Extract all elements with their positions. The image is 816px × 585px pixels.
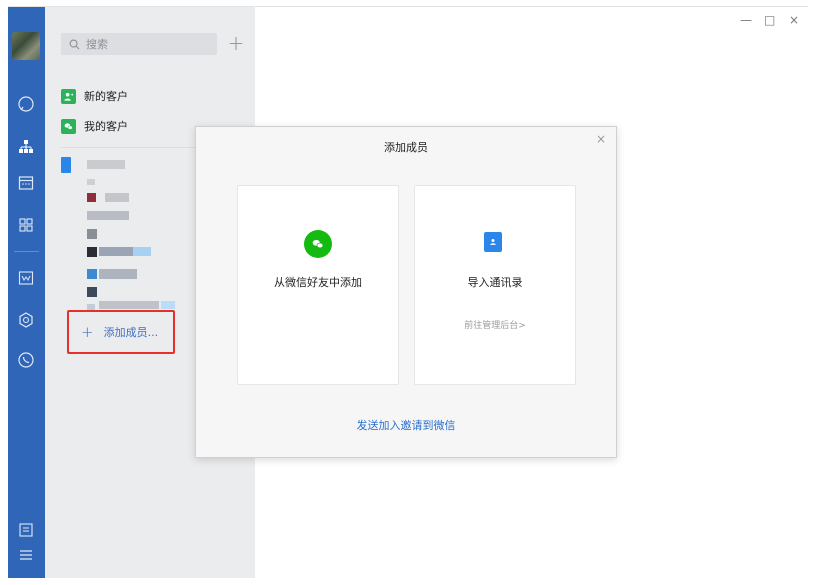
search-placeholder: 搜索 — [86, 38, 108, 51]
close-button[interactable]: × — [789, 13, 799, 27]
blurred-contact — [99, 301, 159, 309]
blurred-contact — [161, 301, 175, 309]
blurred-contact — [87, 160, 125, 169]
wechat-icon — [304, 230, 332, 258]
add-member-button[interactable]: + 添加成员... — [67, 310, 175, 354]
mail-icon[interactable] — [16, 268, 36, 288]
new-customer-item[interactable]: 新的客户 — [61, 86, 128, 106]
avatar[interactable] — [12, 32, 40, 60]
blurred-contact — [87, 269, 97, 279]
calendar-icon[interactable] — [16, 173, 36, 193]
blurred-contact — [87, 247, 97, 257]
import-contacts-card[interactable]: 导入通讯录 前往管理后台> — [414, 185, 576, 385]
my-customer-label: 我的客户 — [84, 120, 128, 133]
send-invite-link[interactable]: 发送加入邀请到微信 — [196, 417, 616, 433]
add-member-label: 添加成员... — [103, 326, 159, 339]
blurred-contact — [87, 193, 96, 202]
blurred-contact — [133, 247, 151, 256]
import-contacts-label: 导入通讯录 — [467, 276, 523, 289]
left-nav-bar — [8, 7, 45, 578]
apps-grid-icon[interactable] — [16, 215, 36, 235]
maximize-button[interactable]: □ — [764, 13, 775, 27]
dialog-title: 添加成员 — [384, 141, 428, 154]
search-input[interactable]: 搜索 — [61, 33, 217, 55]
blurred-contact — [87, 287, 97, 297]
add-member-dialog: 添加成员 × 从微信好友中添加 导入通讯录 前往管理后台> 发送加入邀请到微信 — [195, 126, 617, 458]
my-customer-icon — [61, 118, 76, 134]
add-button[interactable]: + — [226, 33, 246, 54]
blurred-contact — [87, 179, 95, 185]
address-book-icon — [484, 232, 502, 252]
minimize-button[interactable]: — — [740, 13, 752, 27]
add-from-wechat-card[interactable]: 从微信好友中添加 — [237, 185, 399, 385]
add-from-wechat-label: 从微信好友中添加 — [274, 276, 362, 289]
search-icon — [69, 39, 80, 49]
nav-divider — [14, 251, 39, 252]
blurred-contact — [99, 269, 137, 279]
dialog-close-button[interactable]: × — [596, 132, 606, 146]
new-customer-label: 新的客户 — [84, 90, 128, 103]
menu-icon[interactable] — [16, 545, 36, 565]
new-customer-icon — [61, 88, 76, 104]
admin-console-link[interactable]: 前往管理后台> — [415, 318, 575, 331]
org-icon — [61, 157, 71, 173]
org-chart-icon[interactable] — [16, 137, 36, 157]
chat-icon[interactable] — [16, 94, 36, 114]
blurred-contact — [87, 229, 97, 239]
blurred-contact — [105, 193, 129, 202]
my-customer-item[interactable]: 我的客户 — [61, 116, 128, 136]
plus-icon: + — [81, 323, 94, 341]
phone-icon[interactable] — [16, 350, 36, 370]
cube-icon[interactable] — [16, 310, 36, 330]
blurred-contact — [87, 211, 129, 220]
notes-icon[interactable] — [16, 520, 36, 540]
